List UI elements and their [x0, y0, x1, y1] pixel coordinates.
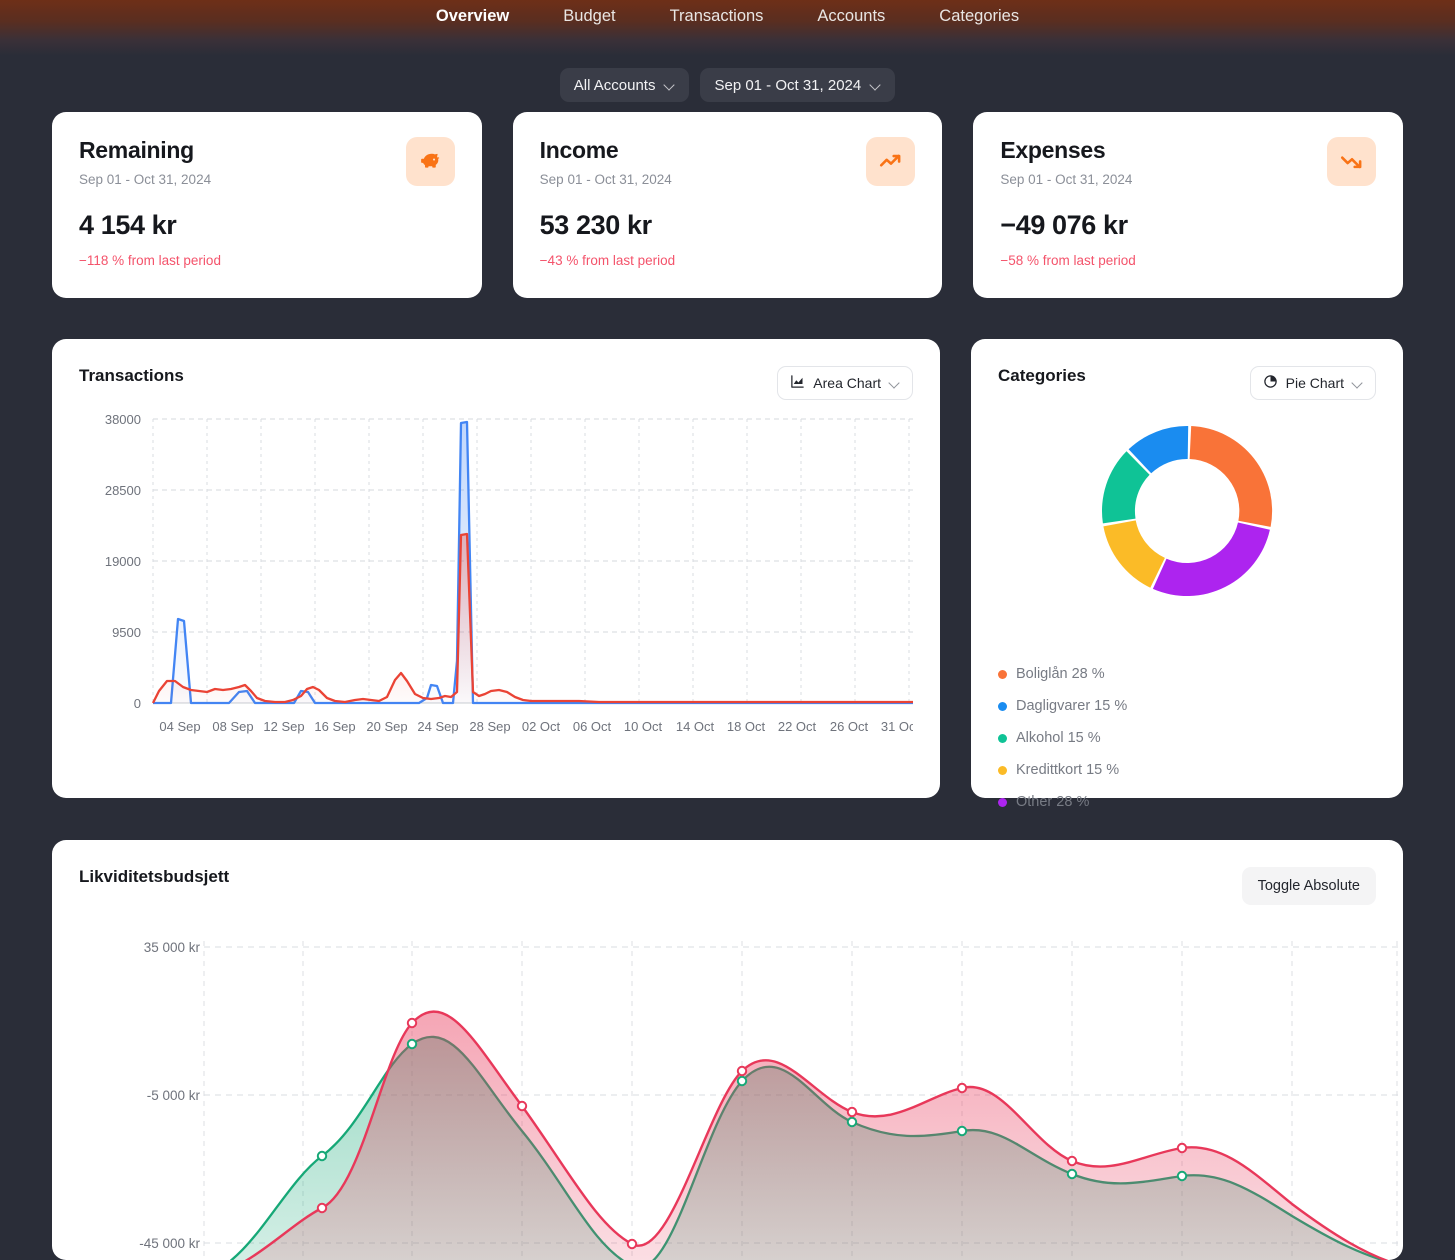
card-title: Income — [540, 137, 916, 164]
nav-tab-transactions[interactable]: Transactions — [643, 5, 791, 27]
liquidity-budget-panel: Likviditetsbudsjett Toggle Absolute 35 0… — [52, 840, 1403, 1260]
nav-tab-budget[interactable]: Budget — [536, 5, 642, 27]
svg-text:12 Sep: 12 Sep — [263, 719, 304, 734]
chevron-down-icon — [870, 80, 881, 91]
summary-card-expenses: Expenses Sep 01 - Oct 31, 2024 −49 076 k… — [973, 112, 1403, 298]
svg-text:08 Sep: 08 Sep — [212, 719, 253, 734]
legend-item-boliglan[interactable]: Boliglån 28 % — [998, 658, 1376, 690]
filter-bar: All Accounts Sep 01 - Oct 31, 2024 — [0, 68, 1455, 102]
toggle-absolute-button[interactable]: Toggle Absolute — [1242, 867, 1376, 905]
svg-text:31 Oct: 31 Oct — [881, 719, 913, 734]
nav-tab-overview[interactable]: Overview — [409, 5, 536, 27]
legend-color-swatch — [998, 766, 1007, 775]
legend-item-dagligvarer[interactable]: Dagligvarer 15 % — [998, 690, 1376, 722]
card-value: −49 076 kr — [1000, 210, 1376, 241]
svg-text:28 Sep: 28 Sep — [469, 719, 510, 734]
trending-up-icon — [866, 137, 915, 186]
categories-chart-type-label: Pie Chart — [1286, 375, 1344, 391]
card-title: Remaining — [79, 137, 455, 164]
date-range-label: Sep 01 - Oct 31, 2024 — [714, 77, 861, 94]
categories-panel: Categories Pie Chart — [971, 339, 1403, 798]
nav-tabs: Overview Budget Transactions Accounts Ca… — [409, 5, 1046, 27]
card-period: Sep 01 - Oct 31, 2024 — [1000, 172, 1376, 187]
legend-item-other[interactable]: Other 28 % — [998, 786, 1376, 818]
donut-slice-other[interactable] — [1153, 523, 1270, 597]
svg-text:06 Oct: 06 Oct — [573, 719, 612, 734]
legend-color-swatch — [998, 798, 1007, 807]
top-navigation-bar: Overview Budget Transactions Accounts Ca… — [0, 0, 1455, 56]
legend-label: Kredittkort 15 % — [1016, 762, 1119, 778]
svg-text:22 Oct: 22 Oct — [778, 719, 817, 734]
card-value: 53 230 kr — [540, 210, 916, 241]
chevron-down-icon — [889, 378, 900, 389]
svg-text:24 Sep: 24 Sep — [417, 719, 458, 734]
legend-label: Other 28 % — [1016, 794, 1089, 810]
svg-text:-45 000 kr: -45 000 kr — [139, 1236, 200, 1251]
piggy-bank-icon — [406, 137, 455, 186]
svg-text:35 000 kr: 35 000 kr — [144, 940, 201, 955]
transactions-area-chart: 38000 28500 19000 9500 0 — [79, 409, 913, 759]
card-delta: −118 % from last period — [79, 253, 455, 268]
legend-label: Boliglån 28 % — [1016, 666, 1105, 682]
card-title: Expenses — [1000, 137, 1376, 164]
account-filter-dropdown[interactable]: All Accounts — [560, 68, 690, 102]
svg-text:19000: 19000 — [105, 554, 141, 569]
svg-text:9500: 9500 — [112, 625, 141, 640]
liquidity-panel-header: Likviditetsbudsjett Toggle Absolute — [79, 867, 1376, 905]
pie-chart-icon — [1263, 374, 1278, 392]
svg-text:14 Oct: 14 Oct — [676, 719, 715, 734]
donut-slice-kredittkort[interactable] — [1103, 520, 1165, 587]
legend-label: Dagligvarer 15 % — [1016, 698, 1127, 714]
transactions-panel-header: Transactions Area Chart — [79, 366, 913, 400]
nav-tab-categories[interactable]: Categories — [912, 5, 1046, 27]
transactions-chart-type-label: Area Chart — [813, 375, 881, 391]
transactions-chart-type-dropdown[interactable]: Area Chart — [777, 366, 913, 400]
summary-cards: Remaining Sep 01 - Oct 31, 2024 4 154 kr… — [52, 112, 1403, 298]
card-delta: −43 % from last period — [540, 253, 916, 268]
chevron-down-icon — [664, 80, 675, 91]
chevron-down-icon — [1352, 378, 1363, 389]
card-period: Sep 01 - Oct 31, 2024 — [79, 172, 455, 187]
legend-color-swatch — [998, 670, 1007, 679]
liquidity-panel-title: Likviditetsbudsjett — [79, 867, 229, 887]
nav-tab-accounts[interactable]: Accounts — [790, 5, 912, 27]
svg-text:10 Oct: 10 Oct — [624, 719, 663, 734]
area-chart-icon — [790, 374, 805, 392]
trending-down-icon — [1327, 137, 1376, 186]
svg-text:04 Sep: 04 Sep — [159, 719, 200, 734]
categories-panel-title: Categories — [998, 366, 1086, 386]
svg-text:26 Oct: 26 Oct — [830, 719, 869, 734]
donut-slice-boliglan[interactable] — [1190, 426, 1273, 527]
categories-chart-area: Boliglån 28 % Dagligvarer 15 % Alkohol 1… — [998, 411, 1376, 761]
categories-chart-type-dropdown[interactable]: Pie Chart — [1250, 366, 1376, 400]
svg-text:02 Oct: 02 Oct — [522, 719, 561, 734]
summary-card-income: Income Sep 01 - Oct 31, 2024 53 230 kr −… — [513, 112, 943, 298]
legend-color-swatch — [998, 702, 1007, 711]
legend-item-alkohol[interactable]: Alkohol 15 % — [998, 722, 1376, 754]
categories-legend: Boliglån 28 % Dagligvarer 15 % Alkohol 1… — [998, 658, 1376, 818]
legend-color-swatch — [998, 734, 1007, 743]
liquidity-area-chart: 35 000 kr -5 000 kr -45 000 kr — [52, 926, 1403, 1260]
categories-donut-chart — [998, 411, 1376, 611]
legend-label: Alkohol 15 % — [1016, 730, 1101, 746]
svg-text:16 Sep: 16 Sep — [314, 719, 355, 734]
svg-text:28500: 28500 — [105, 483, 141, 498]
summary-card-remaining: Remaining Sep 01 - Oct 31, 2024 4 154 kr… — [52, 112, 482, 298]
svg-text:38000: 38000 — [105, 412, 141, 427]
card-value: 4 154 kr — [79, 210, 455, 241]
transactions-panel-title: Transactions — [79, 366, 184, 386]
account-filter-label: All Accounts — [574, 77, 656, 94]
svg-text:0: 0 — [134, 696, 141, 711]
svg-text:20 Sep: 20 Sep — [366, 719, 407, 734]
mid-panels: Transactions Area Chart — [52, 339, 1403, 798]
svg-text:18 Oct: 18 Oct — [727, 719, 766, 734]
date-range-dropdown[interactable]: Sep 01 - Oct 31, 2024 — [700, 68, 895, 102]
svg-text:-5 000 kr: -5 000 kr — [147, 1088, 201, 1103]
categories-panel-header: Categories Pie Chart — [998, 366, 1376, 400]
transactions-panel: Transactions Area Chart — [52, 339, 940, 798]
card-delta: −58 % from last period — [1000, 253, 1376, 268]
legend-item-kredittkort[interactable]: Kredittkort 15 % — [998, 754, 1376, 786]
card-period: Sep 01 - Oct 31, 2024 — [540, 172, 916, 187]
